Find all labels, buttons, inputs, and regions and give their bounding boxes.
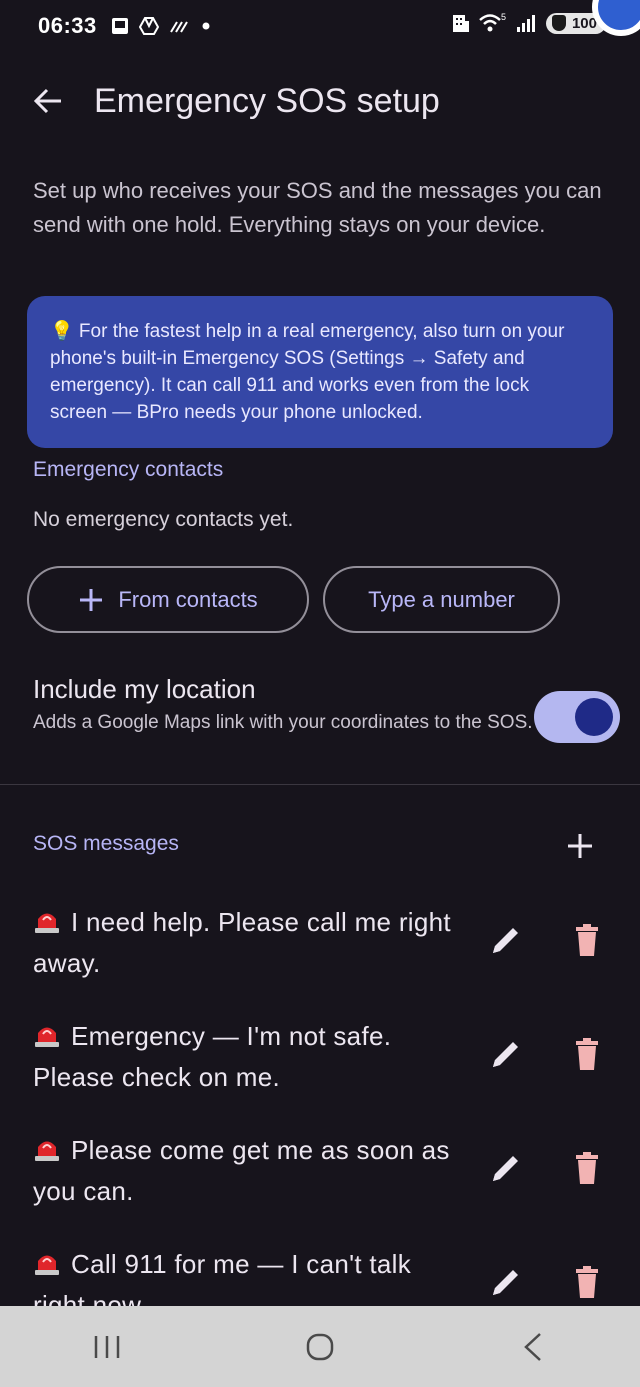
type-number-button[interactable]: Type a number	[323, 566, 560, 633]
trash-icon[interactable]	[569, 1150, 605, 1186]
message-item[interactable]: Please come get me as soon as you can.	[33, 1130, 608, 1230]
trash-icon[interactable]	[569, 1264, 605, 1300]
contacts-empty-text: No emergency contacts yet.	[33, 508, 294, 531]
trash-icon[interactable]	[569, 1036, 605, 1072]
intro-text: Set up who receives your SOS and the mes…	[33, 178, 602, 237]
pencil-icon[interactable]	[488, 922, 524, 958]
recents-button[interactable]	[77, 1317, 137, 1377]
type-number-label: Type a number	[368, 586, 515, 612]
back-icon	[524, 1332, 542, 1361]
pencil-icon[interactable]	[488, 1036, 524, 1072]
message-text: Emergency — I'm not safe. Please check o…	[33, 1021, 392, 1092]
tip-card: 💡 For the fastest help in a real emergen…	[27, 296, 613, 448]
message-item[interactable]: I need help. Please call me right away.	[33, 902, 608, 1002]
divider	[0, 784, 640, 785]
location-title: Include my location	[33, 674, 256, 704]
pencil-icon[interactable]	[488, 1264, 524, 1300]
plus-icon	[568, 834, 592, 858]
location-toggle[interactable]	[534, 691, 620, 743]
message-text: Please come get me as soon as you can.	[33, 1135, 450, 1206]
location-description: Adds a Google Maps link with your coordi…	[33, 712, 533, 733]
building-icon	[452, 15, 469, 32]
add-message-button[interactable]	[560, 826, 600, 866]
status-right: 5 100	[452, 12, 606, 34]
network-type: 5	[501, 12, 506, 22]
from-contacts-button[interactable]: From contacts	[27, 566, 309, 633]
siren-icon	[35, 1141, 59, 1161]
app-bar: Emergency SOS setup	[0, 62, 640, 140]
from-contacts-label: From contacts	[118, 586, 258, 612]
status-time: 06:33	[38, 13, 97, 38]
nav-back-button[interactable]	[503, 1317, 563, 1377]
siren-icon	[35, 1027, 59, 1047]
tip-text: 💡 For the fastest help in a real emergen…	[50, 321, 565, 423]
recents-icon	[94, 1335, 119, 1358]
back-arrow-icon	[33, 88, 61, 114]
trash-icon[interactable]	[569, 922, 605, 958]
notification-icons	[111, 17, 211, 35]
toggle-knob	[575, 698, 613, 736]
cell-signal-icon	[516, 15, 535, 32]
message-item[interactable]: Emergency — I'm not safe. Please check o…	[33, 1016, 608, 1116]
siren-icon	[35, 1255, 59, 1275]
plus-icon	[80, 588, 103, 611]
messages-section-label: SOS messages	[33, 832, 179, 855]
system-nav-bar	[0, 1306, 640, 1387]
shield-icon	[551, 14, 566, 31]
dot-icon	[202, 22, 210, 30]
home-button[interactable]	[290, 1317, 350, 1377]
gallery-icon	[111, 18, 128, 34]
message-text: I need help. Please call me right away.	[33, 907, 451, 978]
pencil-icon[interactable]	[488, 1150, 524, 1186]
contacts-section-label: Emergency contacts	[33, 458, 224, 481]
status-bar: 06:33 5 100	[0, 0, 640, 52]
siren-icon	[35, 913, 59, 933]
wifi-icon: 5	[479, 12, 506, 32]
home-icon	[306, 1333, 334, 1360]
back-button[interactable]	[20, 73, 76, 129]
drive-icon	[138, 17, 159, 35]
signal-slash-icon	[169, 21, 188, 33]
page-title: Emergency SOS setup	[94, 81, 440, 120]
